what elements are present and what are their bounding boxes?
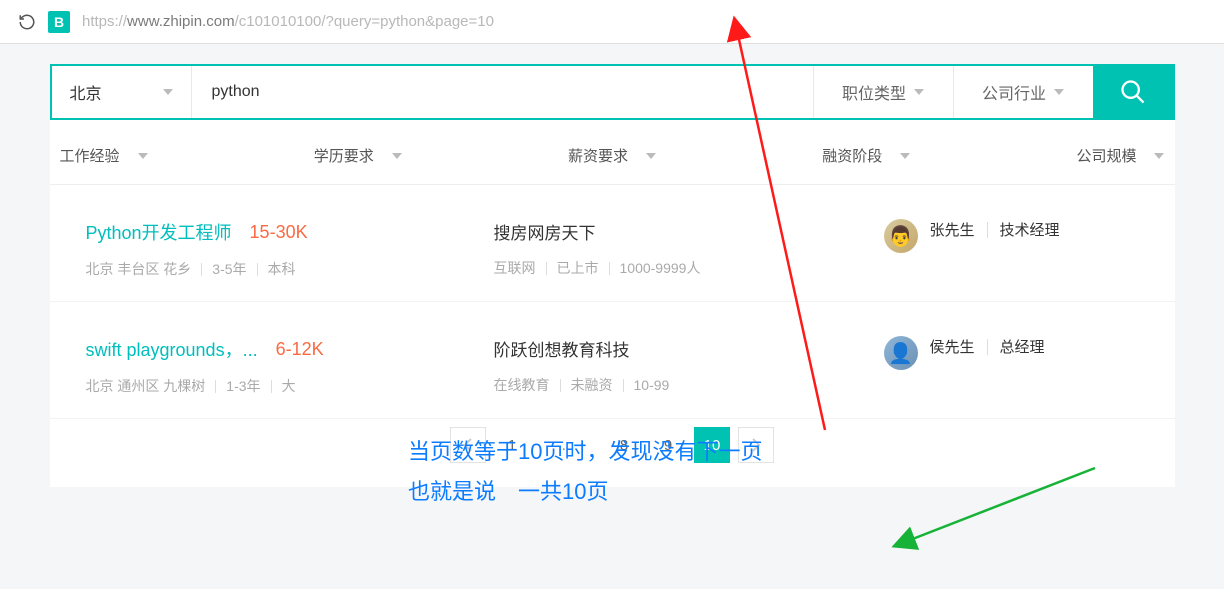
job-salary: 6-12K — [276, 339, 324, 360]
avatar: 👤 — [884, 336, 918, 370]
url-text[interactable]: https://www.zhipin.com/c101010100/?query… — [82, 13, 1206, 30]
page-9-button[interactable]: 9 — [650, 427, 686, 463]
page-1-button[interactable]: 1 — [494, 427, 530, 463]
search-icon — [1119, 78, 1147, 106]
browser-address-bar: B https://www.zhipin.com/c101010100/?que… — [0, 0, 1224, 44]
chevron-down-icon — [138, 153, 148, 159]
chevron-down-icon — [1054, 89, 1064, 95]
industry-select[interactable]: 公司行业 — [953, 66, 1093, 118]
job-title[interactable]: swift playgrounds，... — [86, 336, 258, 362]
chevron-down-icon — [914, 89, 924, 95]
page-prev-button[interactable] — [450, 427, 486, 463]
chevron-down-icon — [163, 89, 173, 95]
page-dots: ... — [538, 427, 598, 463]
company-name[interactable]: 搜房网房天下 — [494, 219, 856, 244]
job-card[interactable]: swift playgrounds，... 6-12K 北京 通州区 九棵树 1… — [50, 302, 1175, 419]
search-button[interactable] — [1093, 66, 1173, 118]
chevron-down-icon — [646, 153, 656, 159]
search-bar: 北京 职位类型 公司行业 — [50, 64, 1175, 120]
company-meta: 互联网 已上市 1000-9999人 — [494, 258, 856, 278]
hr-title: 总经理 — [1000, 336, 1045, 357]
chevron-down-icon — [900, 153, 910, 159]
site-badge-icon: B — [48, 11, 70, 33]
filter-salary[interactable]: 薪资要求 — [568, 145, 656, 166]
city-label: 北京 — [70, 80, 102, 104]
avatar: 👨 — [884, 219, 918, 253]
job-card[interactable]: Python开发工程师 15-30K 北京 丰台区 花乡 3-5年 本科 搜房网… — [50, 185, 1175, 302]
filter-scale[interactable]: 公司规模 — [1076, 145, 1164, 166]
page-next-button[interactable] — [738, 427, 774, 463]
company-name[interactable]: 阶跃创想教育科技 — [494, 336, 856, 361]
hr-title: 技术经理 — [1000, 219, 1060, 240]
filter-experience[interactable]: 工作经验 — [60, 145, 148, 166]
job-type-select[interactable]: 职位类型 — [813, 66, 953, 118]
job-meta: 北京 通州区 九棵树 1-3年 大 — [86, 376, 466, 396]
filter-tabs: 工作经验 学历要求 薪资要求 融资阶段 公司规模 — [50, 120, 1175, 185]
page-8-button[interactable]: 8 — [606, 427, 642, 463]
page-content: 北京 职位类型 公司行业 工作经验 学历要求 薪资要求 融资阶段 公司规模 Py… — [50, 64, 1175, 487]
search-input[interactable] — [192, 66, 813, 118]
pagination: 1 ... 8 9 10 — [50, 419, 1175, 477]
job-title[interactable]: Python开发工程师 — [86, 219, 232, 245]
city-select[interactable]: 北京 — [52, 66, 192, 118]
filter-education[interactable]: 学历要求 — [314, 145, 402, 166]
job-salary: 15-30K — [250, 222, 308, 243]
hr-name: 张先生 — [930, 219, 975, 240]
company-meta: 在线教育 未融资 10-99 — [494, 375, 856, 395]
page-10-button[interactable]: 10 — [694, 427, 730, 463]
hr-name: 侯先生 — [930, 336, 975, 357]
refresh-icon[interactable] — [18, 13, 36, 31]
filter-finance[interactable]: 融资阶段 — [822, 145, 910, 166]
chevron-down-icon — [392, 153, 402, 159]
chevron-down-icon — [1154, 153, 1164, 159]
job-meta: 北京 丰台区 花乡 3-5年 本科 — [86, 259, 466, 279]
